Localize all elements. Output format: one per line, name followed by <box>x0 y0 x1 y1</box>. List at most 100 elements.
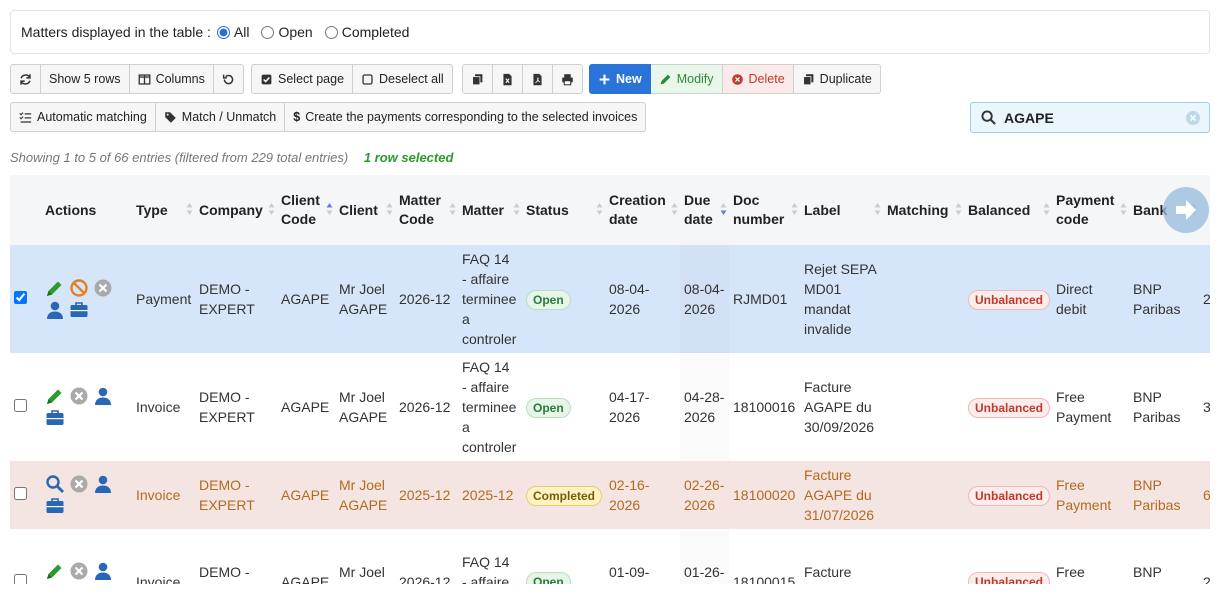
col-due-date[interactable]: Due date <box>680 175 729 245</box>
sort-icon <box>596 203 603 215</box>
table-row[interactable]: Payment DEMO - EXPERT AGAPE Mr Joel AGAP… <box>10 245 1210 353</box>
row-checkbox[interactable] <box>14 573 27 584</box>
col-matter-code[interactable]: Matter Code <box>395 175 458 245</box>
close-circle-icon[interactable] <box>69 474 89 494</box>
user-icon[interactable] <box>45 300 65 320</box>
col-doc-number-label: Doc number <box>733 192 785 227</box>
cell-payment-code: Free Payment <box>1056 389 1112 425</box>
cell-client: Mr Joel AGAPE <box>339 389 388 425</box>
cell-payment-code: Direct debit <box>1052 245 1129 353</box>
search-box <box>970 102 1210 133</box>
col-type[interactable]: Type <box>132 175 195 245</box>
rows-selected-info: 1 row selected <box>363 150 454 165</box>
col-client-code[interactable]: Client Code <box>277 175 335 245</box>
sort-asc-icon <box>326 203 333 215</box>
briefcase-icon[interactable] <box>45 408 65 428</box>
col-company[interactable]: Company <box>195 175 277 245</box>
cell-doc-number: 18100016 <box>733 399 796 415</box>
close-circle-icon[interactable] <box>69 386 89 406</box>
automatic-matching-button[interactable]: Automatic matching <box>10 102 156 132</box>
row-checkbox[interactable] <box>14 487 27 500</box>
filter-open[interactable]: Open <box>261 24 313 40</box>
create-payments-button[interactable]: $ Create the payments corresponding to t… <box>285 102 647 132</box>
clear-search-icon[interactable] <box>1185 110 1201 126</box>
cell-type: Invoice <box>132 461 195 529</box>
cell-due-date: 08-04-2026 <box>680 245 729 353</box>
cell-matching <box>883 245 964 353</box>
matters-table: Actions Type Company Client Code Client … <box>10 175 1210 584</box>
delete-circle-icon <box>731 73 743 85</box>
edit-pencil-icon[interactable] <box>45 278 65 298</box>
table-header: Actions Type Company Client Code Client … <box>10 175 1210 245</box>
edit-pencil-icon[interactable] <box>45 561 65 581</box>
filter-label: Matters displayed in the table : <box>21 24 211 40</box>
col-label[interactable]: Label <box>800 175 883 245</box>
user-icon[interactable] <box>93 561 113 581</box>
duplicate-icon <box>802 73 814 85</box>
select-page-button[interactable]: Select page <box>251 64 354 94</box>
excel-file-icon <box>503 73 512 85</box>
show-rows-button[interactable]: Show 5 rows <box>41 64 130 94</box>
cell-client: Mr Joel AGAPE <box>335 245 395 353</box>
cell-company: DEMO - EXPERT <box>199 563 255 585</box>
briefcase-icon[interactable] <box>45 583 65 585</box>
filter-completed-radio[interactable] <box>324 25 338 39</box>
columns-button[interactable]: Columns <box>129 64 214 94</box>
row-checkbox[interactable] <box>14 291 27 304</box>
pdf-export-button[interactable] <box>523 64 553 94</box>
col-client[interactable]: Client <box>335 175 395 245</box>
match-unmatch-button[interactable]: Match / Unmatch <box>155 102 286 132</box>
sort-icon <box>1043 203 1050 215</box>
search-input[interactable] <box>1004 109 1184 126</box>
table-row[interactable]: Invoice DEMO - EXPERT AGAPE Mr Joel AGAP… <box>10 461 1210 529</box>
briefcase-icon[interactable] <box>45 496 65 516</box>
sort-icon <box>955 203 962 215</box>
close-circle-icon[interactable] <box>69 561 89 581</box>
duplicate-button[interactable]: Duplicate <box>793 64 881 94</box>
table-row[interactable]: Invoice DEMO - EXPERT AGAPE Mr Joel AGAP… <box>10 353 1210 461</box>
cell-balanced: Unbalanced <box>964 461 1052 529</box>
delete-button[interactable]: Delete <box>722 64 794 94</box>
filter-open-radio[interactable] <box>261 25 275 39</box>
modify-button[interactable]: Modify <box>650 64 723 94</box>
col-creation-date[interactable]: Creation date <box>605 175 680 245</box>
col-matter[interactable]: Matter <box>458 175 522 245</box>
filter-all-radio[interactable] <box>216 25 230 39</box>
cell-client-code: AGAPE <box>277 461 335 529</box>
copy-button[interactable] <box>462 64 493 94</box>
print-button[interactable] <box>553 64 583 94</box>
row-actions <box>41 245 132 353</box>
excel-export-button[interactable] <box>493 64 523 94</box>
row-select-cell <box>10 245 41 353</box>
briefcase-icon[interactable] <box>69 300 89 320</box>
scroll-right-button[interactable] <box>1163 187 1209 233</box>
matching-group: Automatic matching Match / Unmatch $ Cre… <box>10 102 647 132</box>
deselect-all-button[interactable]: Deselect all <box>353 64 453 94</box>
filter-all[interactable]: All <box>216 24 249 40</box>
checkbox-empty-icon <box>362 73 373 85</box>
col-doc-number[interactable]: Doc number <box>729 175 800 245</box>
filter-completed[interactable]: Completed <box>324 24 409 40</box>
automatic-matching-label: Automatic matching <box>37 110 147 124</box>
col-balanced[interactable]: Balanced <box>964 175 1052 245</box>
user-icon[interactable] <box>93 386 113 406</box>
col-status[interactable]: Status <box>522 175 605 245</box>
view-search-icon[interactable] <box>45 474 65 494</box>
reset-button[interactable] <box>213 64 244 94</box>
edit-pencil-icon[interactable] <box>45 386 65 406</box>
cell-matching <box>883 529 964 584</box>
new-button[interactable]: New <box>589 64 651 94</box>
cell-balanced: Unbalanced <box>964 529 1052 584</box>
close-circle-icon[interactable] <box>93 278 113 298</box>
forbidden-icon[interactable] <box>69 278 89 298</box>
refresh-button[interactable] <box>10 64 41 94</box>
col-matching[interactable]: Matching <box>883 175 964 245</box>
delete-label: Delete <box>748 72 785 86</box>
col-actions[interactable]: Actions <box>41 175 132 245</box>
col-due-date-label: Due date <box>684 192 713 227</box>
cell-doc-number: 18100020 <box>729 461 800 529</box>
table-row[interactable]: Invoice DEMO - EXPERT AGAPE Mr Joel AGAP… <box>10 529 1210 584</box>
row-checkbox[interactable] <box>14 399 27 412</box>
user-icon[interactable] <box>93 474 113 494</box>
col-payment-code[interactable]: Payment code <box>1052 175 1129 245</box>
